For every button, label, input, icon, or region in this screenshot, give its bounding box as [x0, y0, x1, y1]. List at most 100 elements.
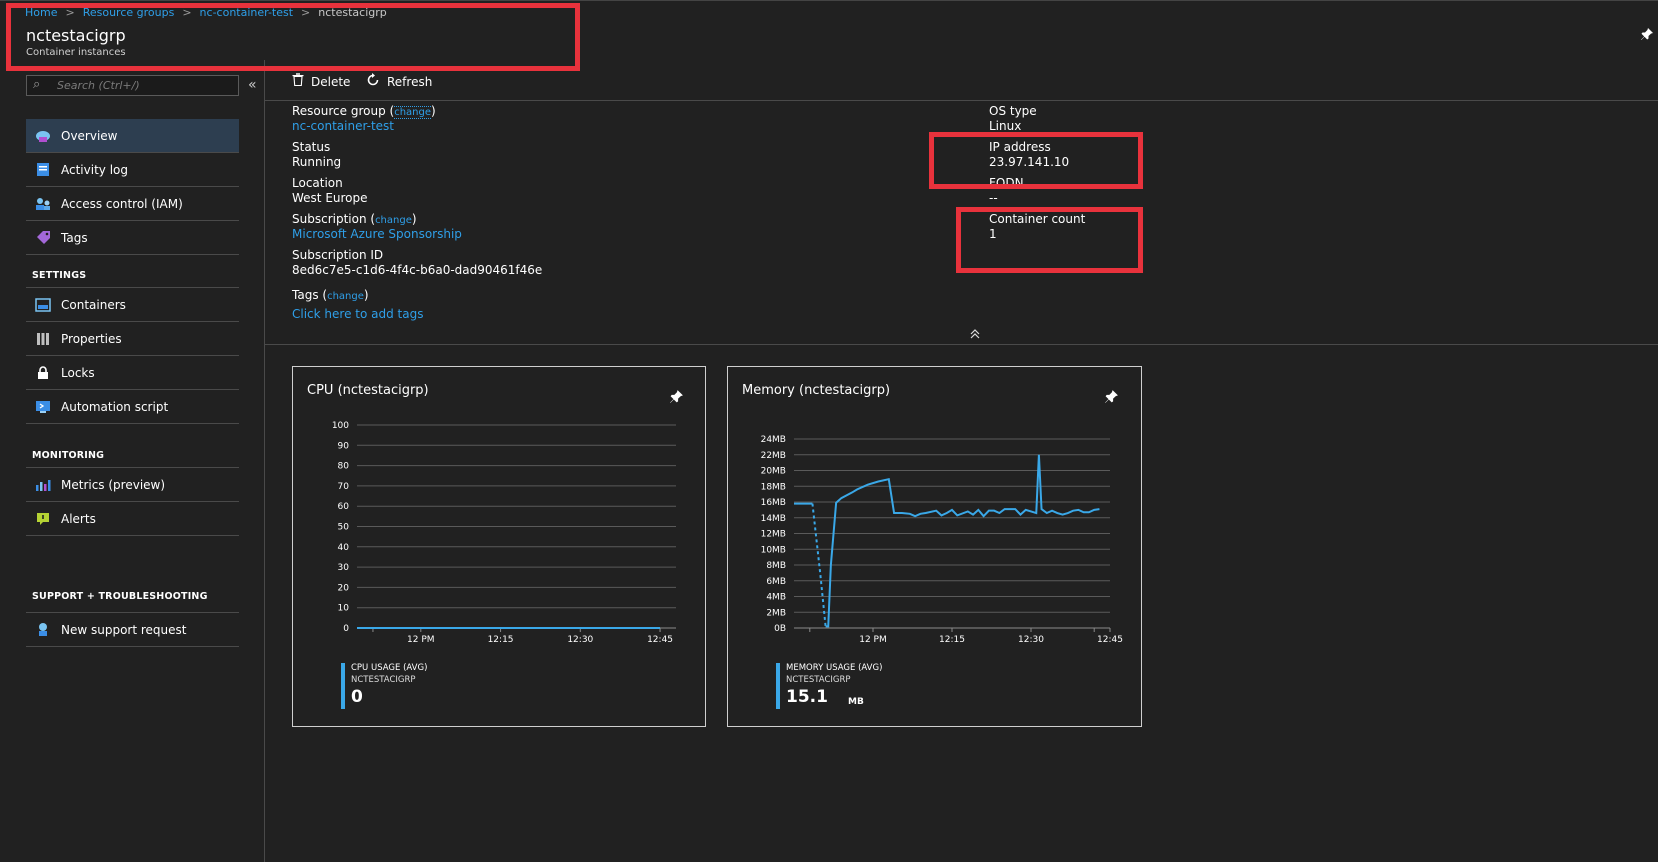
- cpu-legend-value: 0: [351, 687, 363, 707]
- x-tick-label: 12:45: [647, 635, 673, 645]
- search-icon: ⌕: [33, 77, 41, 92]
- y-tick-label: 20MB: [761, 467, 786, 477]
- y-tick-label: 4MB: [766, 593, 786, 603]
- breadcrumb-resource-group[interactable]: nc-container-test: [200, 6, 294, 19]
- section-header-settings: SETTINGS: [32, 270, 87, 281]
- sidebar-item-activity-log[interactable]: Activity log: [26, 153, 239, 187]
- trash-icon: [292, 73, 304, 90]
- y-tick-label: 10MB: [761, 545, 786, 555]
- memory-chart-plot: 24MB 22MB 20MB 18MB 16MB 14MB 12MB 10MB 8MB 6MB 4M…: [761, 435, 1123, 645]
- container-count-value: 1: [989, 227, 997, 241]
- memory-legend-unit: MB: [848, 697, 864, 707]
- x-tick-label: 12:15: [939, 635, 965, 645]
- y-tick-label: 22MB: [761, 451, 786, 461]
- legend-color-bar: [341, 663, 345, 709]
- fqdn-label: FQDN: [989, 176, 1024, 190]
- cpu-chart-card[interactable]: CPU (nctestacigrp) 100 90 80 70 60 50 40 30 20 10…: [292, 366, 706, 727]
- memory-chart-card[interactable]: Memory (nctestacigrp) 24MB 22MB 20MB 18MB 16…: [727, 366, 1142, 727]
- x-tick-label: 12:45: [1097, 635, 1123, 645]
- os-type-value: Linux: [989, 119, 1022, 133]
- metrics-icon: [35, 477, 51, 493]
- x-tick-label: 12:15: [488, 635, 514, 645]
- sidebar-item-label: Metrics (preview): [61, 477, 166, 492]
- y-tick-label: 80: [338, 462, 350, 472]
- alerts-icon: [35, 511, 51, 527]
- sidebar-item-label: Automation script: [61, 399, 169, 414]
- os-type-label: OS type: [989, 104, 1037, 118]
- breadcrumb-resource-groups[interactable]: Resource groups: [83, 6, 175, 19]
- y-tick-label: 100: [332, 421, 349, 431]
- support-icon: [35, 622, 51, 638]
- breadcrumb-home[interactable]: Home: [25, 6, 57, 19]
- y-tick-label: 12MB: [761, 530, 786, 540]
- change-subscription-link[interactable]: change: [375, 215, 412, 226]
- y-tick-label: 30: [338, 563, 350, 573]
- tag-icon: [35, 230, 51, 246]
- collapse-menu-icon[interactable]: «: [248, 77, 257, 93]
- y-tick-label: 40: [338, 543, 350, 553]
- y-tick-label: 90: [338, 441, 350, 451]
- properties-icon: [35, 331, 51, 347]
- ip-address-value: 23.97.141.10: [989, 155, 1070, 169]
- toolbar-divider: [265, 100, 1658, 101]
- y-tick-label: 18MB: [761, 482, 786, 492]
- breadcrumb-separator: >: [301, 6, 311, 19]
- sidebar-item-metrics[interactable]: Metrics (preview): [26, 468, 239, 502]
- legend-color-bar: [776, 663, 780, 709]
- memory-legend-resource: NCTESTACIGRP: [786, 675, 851, 685]
- memory-legend-metric: MEMORY USAGE (AVG): [786, 663, 883, 673]
- y-tick-label: 20: [338, 583, 350, 593]
- subscription-id-label: Subscription ID: [292, 248, 384, 262]
- sidebar-item-label: Alerts: [61, 511, 96, 526]
- iam-icon: [35, 196, 51, 212]
- sidebar-item-tags[interactable]: Tags: [26, 221, 239, 255]
- overview-icon: [35, 128, 51, 144]
- add-tags-link[interactable]: Click here to add tags: [292, 307, 423, 321]
- sidebar-item-new-support-request[interactable]: New support request: [26, 613, 239, 647]
- sidebar-item-containers[interactable]: Containers: [26, 288, 239, 322]
- x-tick-label: 12:30: [567, 635, 593, 645]
- ip-address-label: IP address: [989, 140, 1051, 154]
- refresh-button[interactable]: Refresh: [366, 73, 432, 91]
- sidebar-divider: [264, 60, 265, 862]
- y-tick-label: 0: [343, 624, 349, 634]
- y-tick-label: 0B: [774, 624, 786, 634]
- status-value: Running: [292, 155, 342, 169]
- tags-label: Tags (change): [292, 288, 369, 302]
- cpu-legend-resource: NCTESTACIGRP: [351, 675, 416, 685]
- breadcrumb-separator: >: [65, 6, 75, 19]
- collapse-essentials-icon[interactable]: [970, 328, 980, 342]
- containers-icon: [35, 297, 51, 313]
- top-border: [0, 0, 1658, 1]
- x-tick-label: 12 PM: [407, 635, 435, 645]
- subscription-link[interactable]: Microsoft Azure Sponsorship: [292, 227, 462, 241]
- y-tick-label: 8MB: [766, 561, 786, 571]
- page-subtitle: Container instances: [26, 47, 126, 58]
- sidebar-item-alerts[interactable]: Alerts: [26, 502, 239, 536]
- change-tags-link[interactable]: change: [327, 291, 364, 302]
- change-resource-group-link[interactable]: change: [394, 106, 432, 119]
- location-label: Location: [292, 176, 343, 190]
- sidebar-item-overview[interactable]: Overview: [26, 119, 239, 153]
- page-title: nctestacigrp: [26, 26, 126, 45]
- series-line: [825, 454, 1100, 628]
- pin-icon[interactable]: [1640, 27, 1654, 45]
- sidebar-item-label: Overview: [61, 128, 118, 143]
- status-label: Status: [292, 140, 331, 154]
- section-header-support: SUPPORT + TROUBLESHOOTING: [32, 591, 208, 602]
- delete-button[interactable]: Delete: [292, 73, 350, 90]
- x-tick-label: 12 PM: [859, 635, 887, 645]
- resource-group-link[interactable]: nc-container-test: [292, 119, 394, 133]
- memory-legend-value: 15.1: [786, 687, 828, 707]
- sidebar-item-automation-script[interactable]: Automation script: [26, 390, 239, 424]
- y-tick-label: 2MB: [766, 608, 786, 618]
- y-tick-label: 6MB: [766, 577, 786, 587]
- y-tick-label: 70: [338, 482, 350, 492]
- sidebar-item-iam[interactable]: Access control (IAM): [26, 187, 239, 221]
- resource-group-label: Resource group (change): [292, 104, 436, 119]
- y-tick-label: 50: [338, 523, 350, 533]
- sidebar-item-locks[interactable]: Locks: [26, 356, 239, 390]
- sidebar-item-properties[interactable]: Properties: [26, 322, 239, 356]
- sidebar-item-label: Activity log: [61, 162, 128, 177]
- search-input[interactable]: [57, 76, 235, 95]
